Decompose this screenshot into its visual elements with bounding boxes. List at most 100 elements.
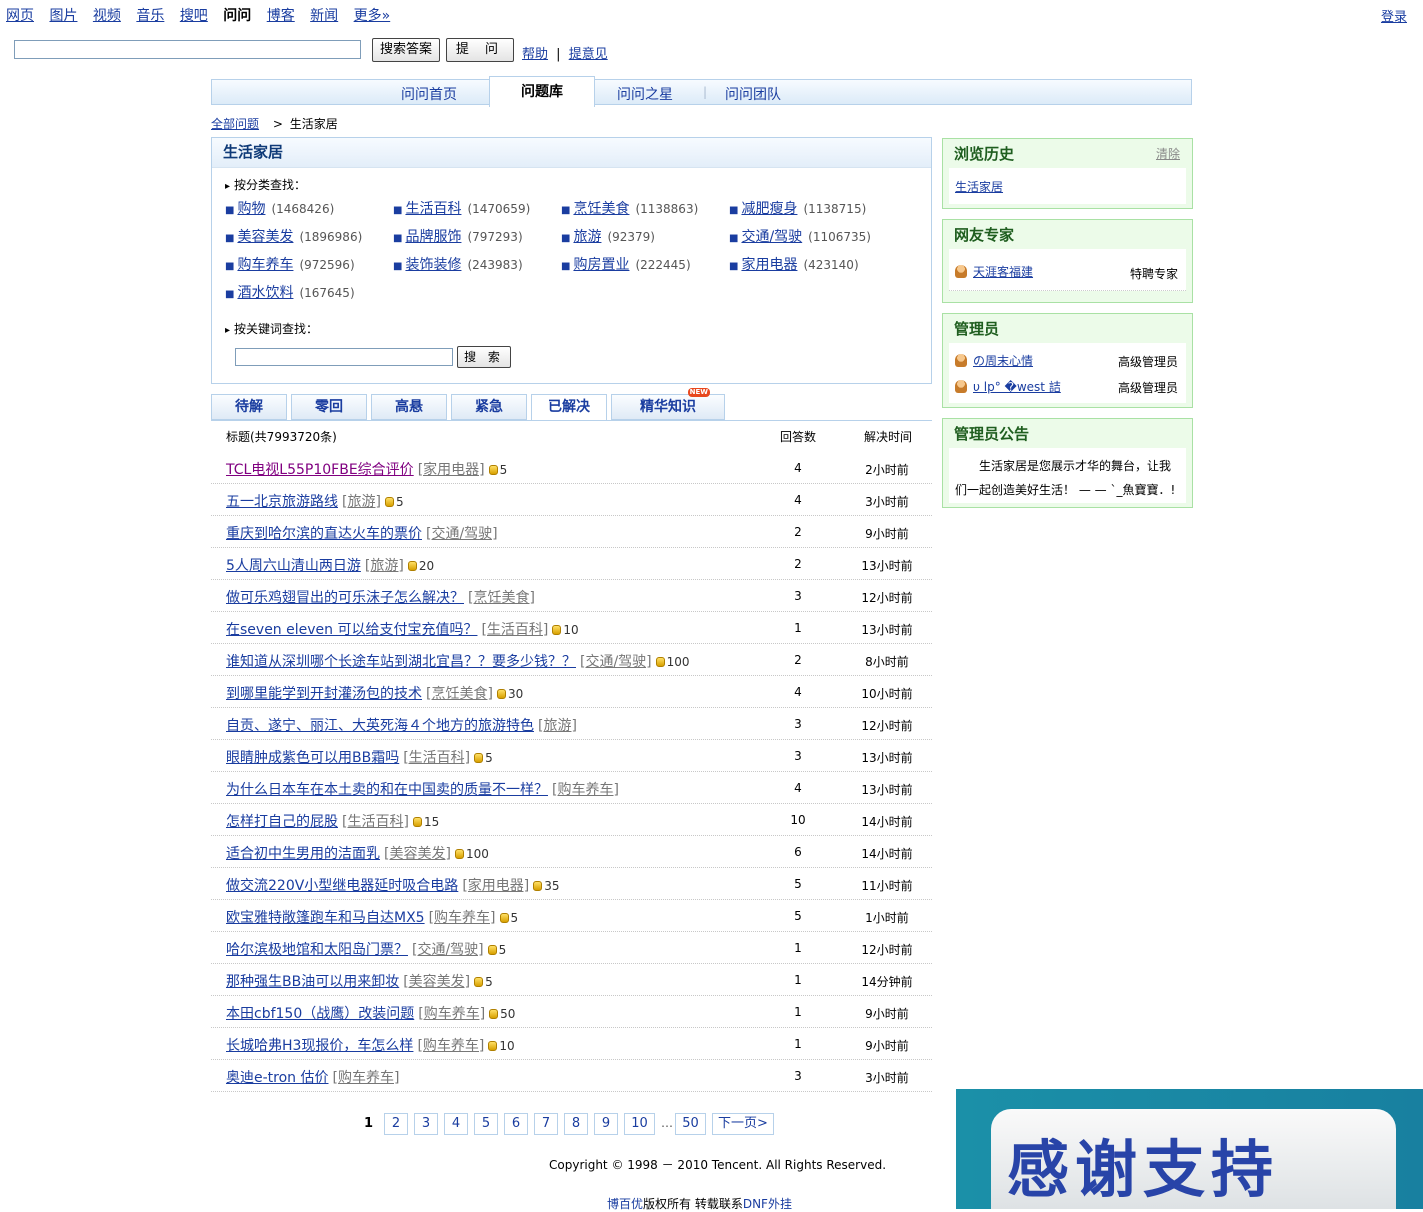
category-tag[interactable]: [生活百科] — [342, 814, 409, 830]
category-item[interactable]: ■ 品牌服饰 (797293) — [393, 226, 523, 246]
tab-home[interactable]: 问问首页 — [401, 84, 457, 104]
login-link[interactable]: 登录 — [1381, 6, 1407, 25]
admin-item[interactable]: の周末心情 — [955, 352, 1033, 369]
category-item[interactable]: ■ 购房置业 (222445) — [561, 254, 691, 274]
page-number[interactable]: 3 — [414, 1113, 438, 1135]
category-item[interactable]: ■ 交通/驾驶 (1106735) — [729, 226, 871, 246]
nav-more[interactable]: 更多» — [354, 8, 391, 24]
search-input[interactable] — [14, 40, 361, 59]
category-tag[interactable]: [购车养车] — [418, 1006, 485, 1022]
page-number[interactable]: 8 — [564, 1113, 588, 1135]
category-tag[interactable]: [购车养车] — [417, 1038, 484, 1054]
question-link[interactable]: 眼睛肿成紫色可以用BB霜吗 — [226, 750, 399, 766]
admin-item[interactable]: υ lp° �west 詰 — [955, 378, 1061, 395]
category-tag[interactable]: [购车养车] — [333, 1070, 400, 1086]
category-item[interactable]: ■ 减肥瘦身 (1138715) — [729, 198, 866, 218]
nav-video[interactable]: 视频 — [93, 8, 121, 24]
category-item[interactable]: ■ 酒水饮料 (167645) — [225, 282, 355, 302]
category-tag[interactable]: [交通/驾驶] — [412, 942, 484, 958]
category-item[interactable]: ■ 购车养车 (972596) — [225, 254, 355, 274]
question-link[interactable]: 到哪里能学到开封灌汤包的技术 — [226, 686, 422, 702]
breadcrumb-root[interactable]: 全部问题 — [211, 117, 259, 131]
tab-team[interactable]: 问问团队 — [725, 84, 781, 104]
question-link[interactable]: 5人周六山清山两日游 — [226, 558, 361, 574]
page-number[interactable]: 7 — [534, 1113, 558, 1135]
category-item[interactable]: ■ 家用电器 (423140) — [729, 254, 859, 274]
category-tag[interactable]: [家用电器] — [462, 878, 529, 894]
page-number[interactable]: 10 — [624, 1113, 655, 1135]
question-link[interactable]: 哈尔滨极地馆和太阳岛门票？ — [226, 942, 408, 958]
question-link[interactable]: 那种强生BB油可以用来卸妆 — [226, 974, 399, 990]
category-item[interactable]: ■ 烹饪美食 (1138863) — [561, 198, 698, 218]
category-tag[interactable]: [美容美发] — [384, 846, 451, 862]
category-item[interactable]: ■ 美容美发 (1896986) — [225, 226, 362, 246]
category-item[interactable]: ■ 旅游 (92379) — [561, 226, 655, 246]
feedback-link[interactable]: 提意见 — [569, 47, 608, 62]
page-number[interactable]: 6 — [504, 1113, 528, 1135]
question-link[interactable]: 为什么日本车在本土卖的和在中国卖的质量不一样？ — [226, 782, 548, 798]
page-number[interactable]: 2 — [384, 1113, 408, 1135]
question-link[interactable]: 在seven eleven 可以给支付宝充值吗？ — [226, 622, 477, 638]
category-tag[interactable]: [家用电器] — [418, 462, 485, 478]
category-tag[interactable]: [旅游] — [538, 718, 577, 734]
tab-stars[interactable]: 问问之星 — [617, 84, 673, 104]
question-link[interactable]: 五一北京旅游路线 — [226, 494, 338, 510]
category-tag[interactable]: [旅游] — [342, 494, 381, 510]
question-link[interactable]: 奥迪e-tron 估价 — [226, 1070, 329, 1086]
next-page-button[interactable]: 下一页> — [712, 1113, 774, 1135]
category-tag[interactable]: [购车养车] — [552, 782, 619, 798]
question-link[interactable]: 谁知道从深圳哪个长途车站到湖北宜昌？？要多少钱？？ — [226, 654, 576, 670]
question-link[interactable]: TCL电视L55P10FBE综合评价 — [226, 462, 414, 478]
page-number[interactable]: 9 — [594, 1113, 618, 1135]
nav-web[interactable]: 网页 — [6, 8, 34, 24]
category-tag[interactable]: [烹饪美食] — [426, 686, 493, 702]
qtab-featured[interactable]: 精华知识 NEW — [611, 388, 725, 420]
nav-music[interactable]: 音乐 — [136, 8, 164, 24]
question-link[interactable]: 怎样打自己的屁股 — [226, 814, 338, 830]
category-tag[interactable]: [交通/驾驶] — [580, 654, 652, 670]
question-link[interactable]: 长城哈弗H3现报价，车怎么样 — [226, 1038, 413, 1054]
nav-soba[interactable]: 搜吧 — [180, 8, 208, 24]
category-item[interactable]: ■ 装饰装修 (243983) — [393, 254, 523, 274]
qtab-urgent[interactable]: 紧急 — [451, 394, 527, 420]
category-tag[interactable]: [旅游] — [365, 558, 404, 574]
category-tag[interactable]: [生活百科] — [481, 622, 548, 638]
nav-images[interactable]: 图片 — [49, 8, 77, 24]
page-number[interactable]: 5 — [474, 1113, 498, 1135]
category-tag[interactable]: [烹饪美食] — [468, 590, 535, 606]
expert-name[interactable]: 天涯客福建 — [973, 265, 1033, 279]
admin-name[interactable]: の周末心情 — [973, 354, 1033, 368]
category-item[interactable]: ■ 购物 (1468426) — [225, 198, 334, 218]
question-link[interactable]: 做可乐鸡翅冒出的可乐沫子怎么解决？ — [226, 590, 464, 606]
page-number[interactable]: 4 — [444, 1113, 468, 1135]
nav-wenwen[interactable]: 问问 — [223, 8, 251, 24]
qtab-zero-answers[interactable]: 零回 — [291, 394, 367, 420]
question-link[interactable]: 欧宝雅特敞篷跑车和马自达MX5 — [226, 910, 425, 926]
tab-question-bank[interactable]: 问题库 — [489, 76, 595, 107]
question-link[interactable]: 自贡、遂宁、丽江、大英死海４个地方的旅游特色 — [226, 718, 534, 734]
page-last[interactable]: 50 — [675, 1113, 706, 1135]
nav-blog[interactable]: 博客 — [267, 8, 295, 24]
qtab-pending[interactable]: 待解 — [211, 394, 287, 420]
question-link[interactable]: 适合初中生男用的洁面乳 — [226, 846, 380, 862]
category-tag[interactable]: [购车养车] — [429, 910, 496, 926]
question-link[interactable]: 本田cbf150（战鹰）改装问题 — [226, 1006, 414, 1022]
history-item[interactable]: 生活家居 — [955, 178, 1003, 195]
keyword-search-button[interactable]: 搜 索 — [457, 346, 511, 368]
qtab-high-reward[interactable]: 高悬 — [371, 394, 447, 420]
category-tag[interactable]: [交通/驾驶] — [426, 526, 498, 542]
question-link[interactable]: 重庆到哈尔滨的直达火车的票价 — [226, 526, 422, 542]
help-link[interactable]: 帮助 — [522, 47, 548, 62]
expert-item[interactable]: 天涯客福建 — [955, 263, 1033, 280]
admin-name[interactable]: υ lp° �west 詰 — [973, 380, 1061, 394]
category-tag[interactable]: [美容美发] — [403, 974, 470, 990]
qtab-solved[interactable]: 已解决 — [531, 394, 607, 421]
keyword-search-input[interactable] — [235, 348, 453, 366]
clear-history-link[interactable]: 清除 — [1156, 139, 1180, 169]
category-tag[interactable]: [生活百科] — [403, 750, 470, 766]
ask-question-button[interactable]: 提 问 — [446, 38, 514, 62]
question-link[interactable]: 做交流220V小型继电器延时吸合电路 — [226, 878, 458, 894]
category-item[interactable]: ■ 生活百科 (1470659) — [393, 198, 530, 218]
search-answers-button[interactable]: 搜索答案 — [372, 38, 440, 62]
nav-news[interactable]: 新闻 — [310, 8, 338, 24]
